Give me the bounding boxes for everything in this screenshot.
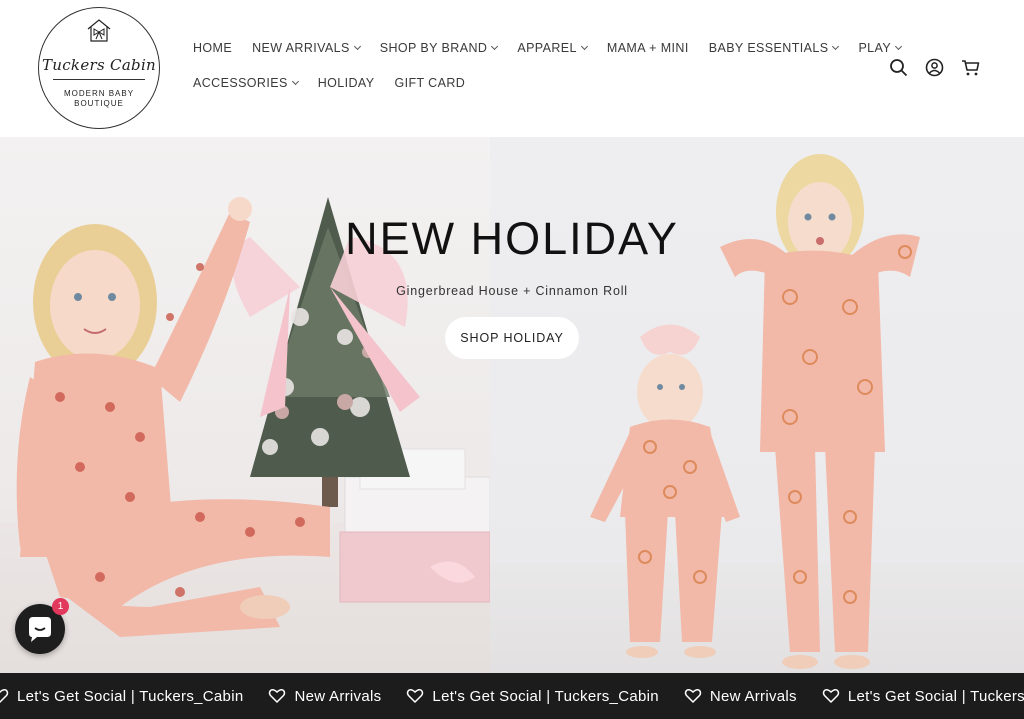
nav-label: APPAREL bbox=[517, 41, 577, 55]
brand-logo[interactable]: Tuckers Cabin MODERN BABY BOUTIQUE bbox=[38, 7, 160, 129]
nav-label: ACCESSORIES bbox=[193, 76, 288, 90]
site-header: Tuckers Cabin MODERN BABY BOUTIQUE HOME … bbox=[0, 0, 1024, 137]
nav-item-gift-card[interactable]: GIFT CARD bbox=[394, 76, 465, 90]
logo-tagline-line1: MODERN BABY bbox=[63, 89, 135, 98]
header-icons bbox=[889, 58, 980, 77]
nav-item-holiday[interactable]: HOLIDAY bbox=[318, 76, 375, 90]
logo-tagline-line2: BOUTIQUE bbox=[74, 99, 124, 108]
shop-holiday-button[interactable]: SHOP HOLIDAY bbox=[445, 317, 579, 359]
marquee-item[interactable]: Let's Get Social | Tuckers_Cabin bbox=[0, 688, 243, 705]
nav-item-new-arrivals[interactable]: NEW ARRIVALS bbox=[252, 41, 361, 55]
cart-icon[interactable] bbox=[961, 58, 980, 77]
chevron-down-icon bbox=[353, 42, 361, 51]
marquee-item[interactable]: New Arrivals bbox=[268, 688, 381, 705]
chevron-down-icon bbox=[291, 77, 299, 86]
nav-item-play[interactable]: PLAY bbox=[858, 41, 903, 55]
nav-item-apparel[interactable]: APPAREL bbox=[517, 41, 588, 55]
house-bow-icon bbox=[87, 19, 111, 42]
marquee-item[interactable]: Let's Get Social | Tuckers_Cabin bbox=[406, 687, 659, 705]
nav-item-shop-by-brand[interactable]: SHOP BY BRAND bbox=[379, 41, 499, 55]
marquee-text: Let's Get Social | Tuckers_Cabin bbox=[432, 687, 659, 705]
nav-item-mama-mini[interactable]: MAMA + MINI bbox=[607, 41, 689, 55]
hero-banner: NEW HOLIDAY Gingerbread House + Cinnamon… bbox=[0, 137, 1024, 673]
marquee-item[interactable]: New Arrivals bbox=[684, 688, 797, 705]
nav-item-accessories[interactable]: ACCESSORIES bbox=[193, 76, 299, 90]
nav-label: BABY ESSENTIALS bbox=[708, 41, 829, 55]
chat-notification-badge: 1 bbox=[52, 598, 69, 615]
marquee-text: Let's Get Social | Tuckers_Cabin bbox=[847, 687, 1024, 705]
nav-item-home[interactable]: HOME bbox=[193, 41, 232, 55]
nav-label: NEW ARRIVALS bbox=[252, 41, 350, 55]
account-icon[interactable] bbox=[925, 58, 944, 77]
chevron-down-icon bbox=[491, 42, 499, 51]
heart-icon bbox=[822, 689, 840, 704]
marquee-text: New Arrivals bbox=[294, 687, 382, 705]
logo-script-name: Tuckers Cabin bbox=[41, 56, 157, 74]
chevron-down-icon bbox=[580, 42, 588, 51]
logo-divider bbox=[53, 79, 145, 80]
search-icon[interactable] bbox=[889, 58, 908, 77]
nav-label: MAMA + MINI bbox=[606, 41, 689, 55]
nav-label: HOME bbox=[193, 41, 233, 55]
nav-row-1: HOME NEW ARRIVALS SHOP BY BRAND APPAREL … bbox=[193, 38, 903, 58]
marquee-text: New Arrivals bbox=[709, 687, 797, 705]
marquee-track: Let's Get Social | Tuckers_Cabin New Arr… bbox=[0, 673, 1024, 719]
heart-icon bbox=[0, 689, 9, 704]
hero-subtitle: Gingerbread House + Cinnamon Roll bbox=[396, 284, 628, 298]
heart-icon bbox=[684, 689, 702, 704]
nav-row-2: ACCESSORIES HOLIDAY GIFT CARD bbox=[193, 73, 873, 93]
chevron-down-icon bbox=[895, 42, 903, 51]
announcement-marquee: Let's Get Social | Tuckers_Cabin New Arr… bbox=[0, 673, 1024, 719]
marquee-item[interactable]: Let's Get Social | Tuckers_Cabin bbox=[822, 688, 1024, 705]
heart-icon bbox=[407, 689, 424, 704]
chevron-down-icon bbox=[832, 42, 840, 51]
marquee-text: Let's Get Social | Tuckers_Cabin bbox=[17, 687, 244, 705]
nav-label: SHOP BY BRAND bbox=[379, 41, 488, 55]
heart-icon bbox=[269, 689, 286, 704]
nav-item-baby-essentials[interactable]: BABY ESSENTIALS bbox=[708, 41, 840, 55]
nav-label: PLAY bbox=[858, 41, 892, 55]
nav-label: GIFT CARD bbox=[394, 76, 466, 90]
nav-label: HOLIDAY bbox=[317, 76, 375, 90]
hero-title: NEW HOLIDAY bbox=[345, 213, 679, 264]
main-nav: HOME NEW ARRIVALS SHOP BY BRAND APPAREL … bbox=[193, 38, 903, 93]
